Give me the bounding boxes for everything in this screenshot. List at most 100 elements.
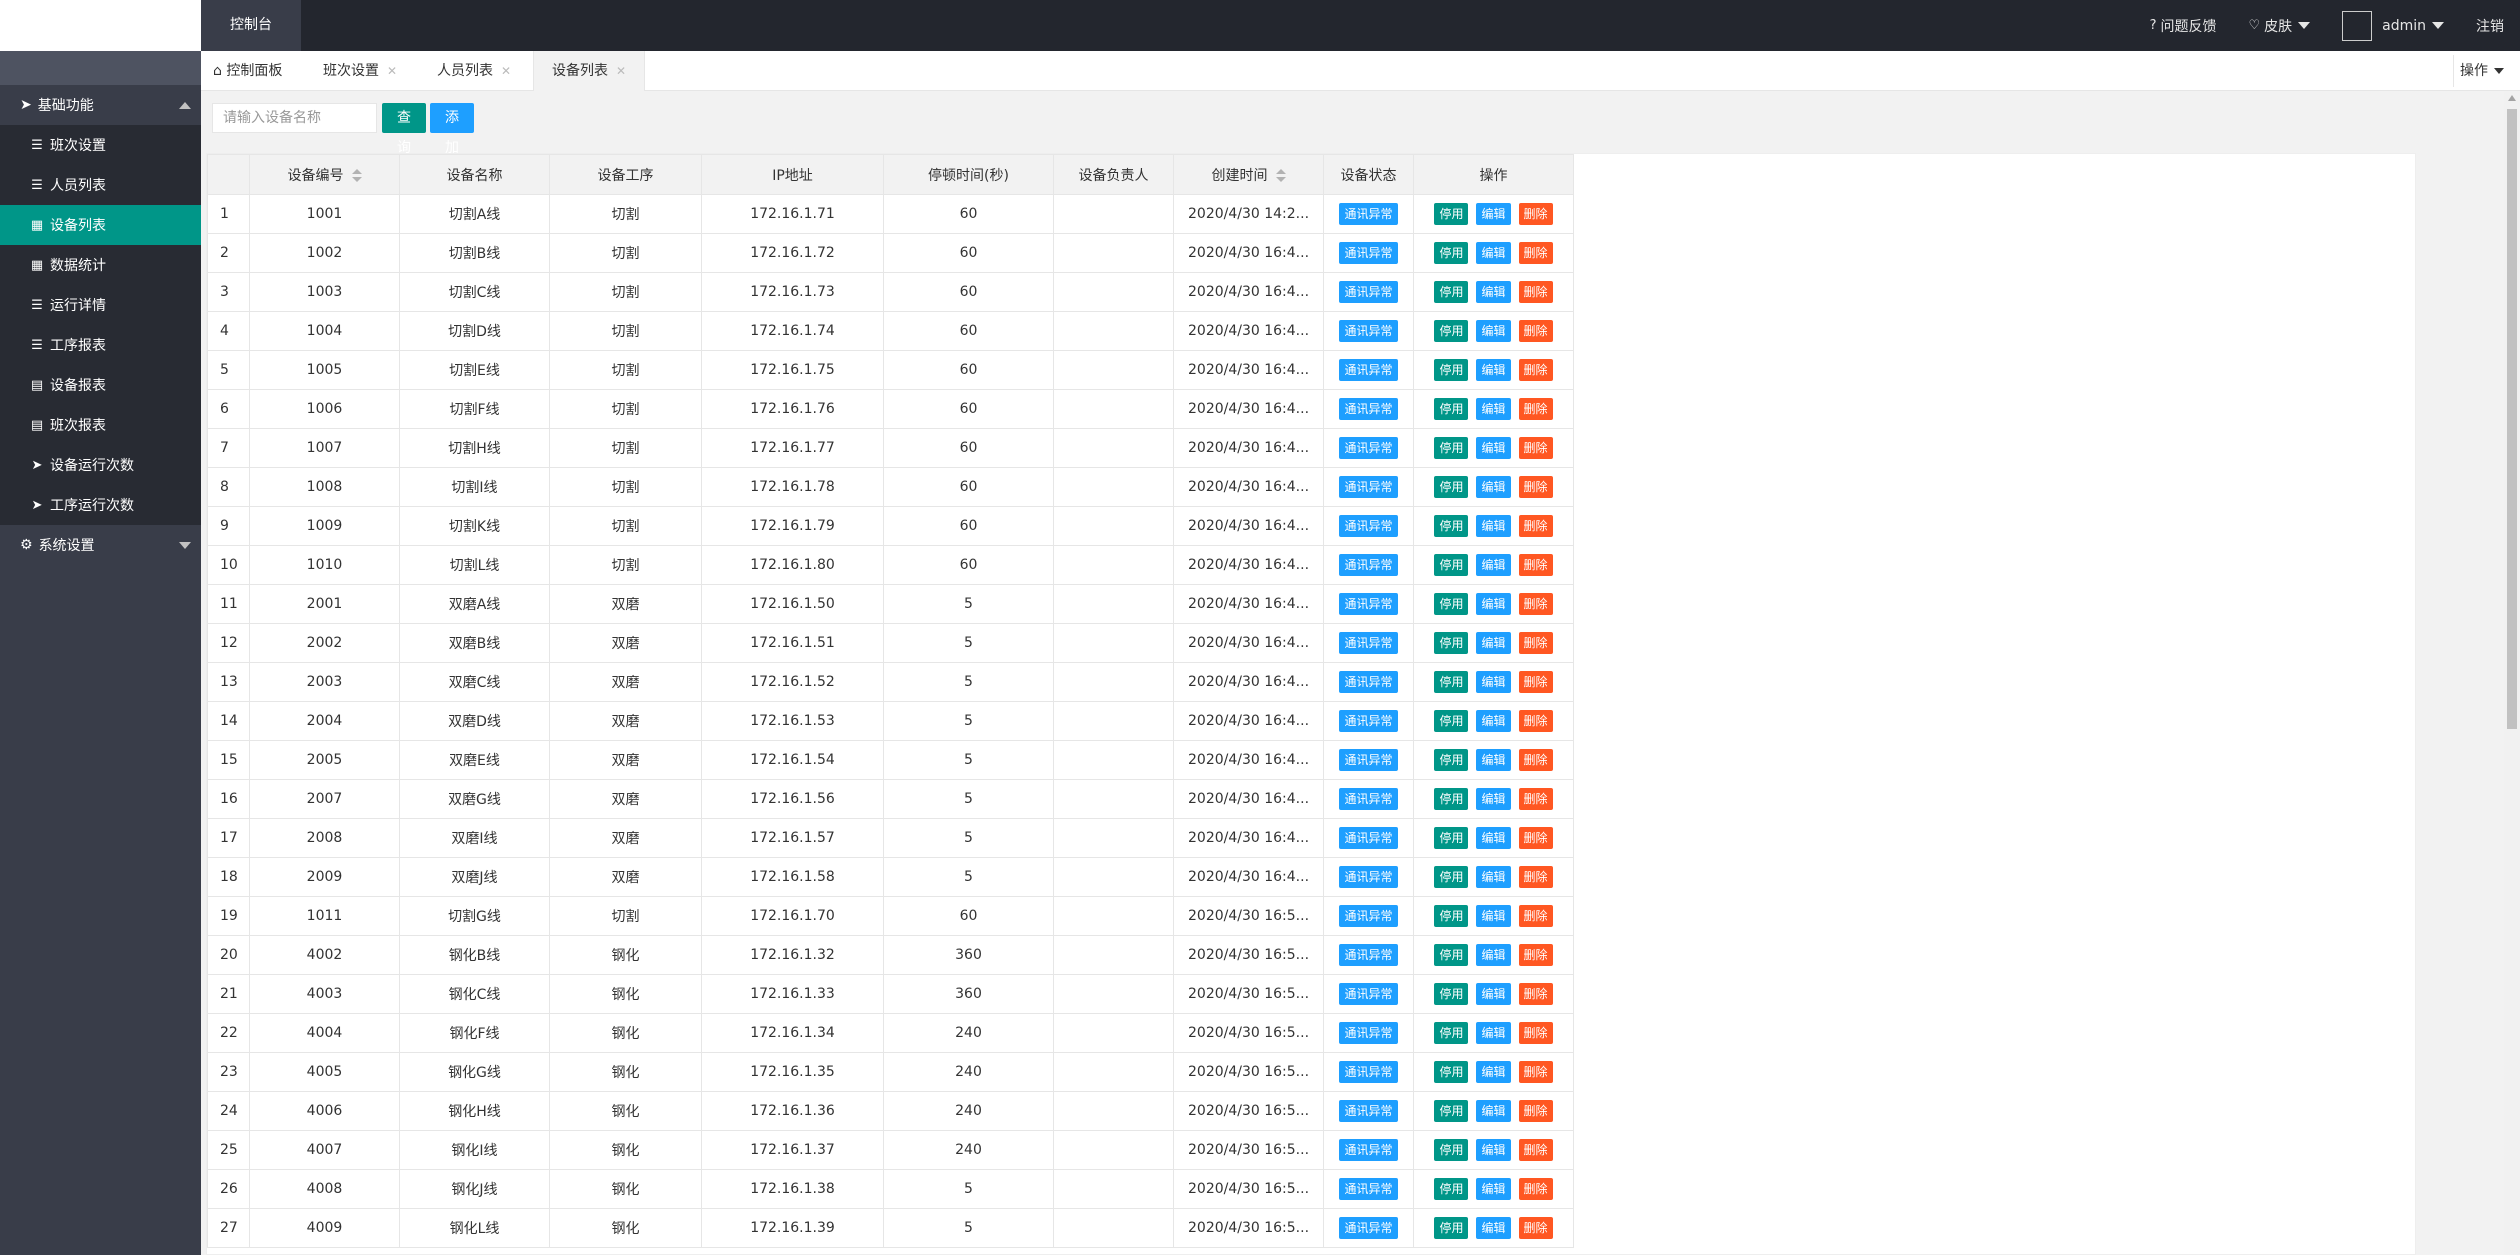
edit-button[interactable]: 编辑 <box>1476 632 1511 654</box>
delete-button[interactable]: 删除 <box>1518 281 1553 303</box>
table-row[interactable]: 22 4004 钢化F线 钢化 172.16.1.34 240 2020/4/30 16:5… <box>207 1013 1574 1053</box>
table-row[interactable]: 9 1009 切割K线 切割 172.16.1.79 60 2020/4/30 16:4..… <box>207 506 1574 546</box>
tab-staff-list[interactable]: 人员列表 ✕ <box>437 51 511 91</box>
close-icon[interactable]: ✕ <box>387 64 397 78</box>
table-row[interactable]: 11 2001 双磨A线 双磨 172.16.1.50 5 2020/4/30 16:4..… <box>207 584 1574 624</box>
delete-button[interactable]: 删除 <box>1518 398 1553 420</box>
skin-menu[interactable]: ♡ 皮肤 <box>2232 0 2326 51</box>
delete-button[interactable]: 删除 <box>1518 515 1553 537</box>
edit-button[interactable]: 编辑 <box>1476 1178 1511 1200</box>
delete-button[interactable]: 删除 <box>1518 437 1553 459</box>
edit-button[interactable]: 编辑 <box>1476 203 1511 225</box>
sidebar-item-shift-settings[interactable]: ☰ 班次设置 <box>0 125 201 165</box>
table-row[interactable]: 12 2002 双磨B线 双磨 172.16.1.51 5 2020/4/30 16:4..… <box>207 623 1574 663</box>
stop-button[interactable]: 停用 <box>1434 593 1469 615</box>
table-row[interactable]: 6 1006 切割F线 切割 172.16.1.76 60 2020/4/30 16:4..… <box>207 389 1574 429</box>
table-row[interactable]: 13 2003 双磨C线 双磨 172.16.1.52 5 2020/4/30 16:4..… <box>207 662 1574 702</box>
table-row[interactable]: 18 2009 双磨J线 双磨 172.16.1.58 5 2020/4/30 16:4..… <box>207 857 1574 897</box>
table-row[interactable]: 17 2008 双磨I线 双磨 172.16.1.57 5 2020/4/30 16:4..… <box>207 818 1574 858</box>
edit-button[interactable]: 编辑 <box>1476 242 1511 264</box>
delete-button[interactable]: 删除 <box>1518 1217 1553 1239</box>
edit-button[interactable]: 编辑 <box>1476 866 1511 888</box>
stop-button[interactable]: 停用 <box>1434 710 1469 732</box>
add-button[interactable]: 添加 <box>430 103 474 156</box>
table-row[interactable]: 15 2005 双磨E线 双磨 172.16.1.54 5 2020/4/30 16:4..… <box>207 740 1574 780</box>
feedback-link[interactable]: ? 问题反馈 <box>2134 0 2233 51</box>
stop-button[interactable]: 停用 <box>1434 905 1469 927</box>
sidebar-item-shift-report[interactable]: ▤ 班次报表 <box>0 405 201 445</box>
delete-button[interactable]: 删除 <box>1518 1061 1553 1083</box>
close-icon[interactable]: ✕ <box>616 64 626 78</box>
stop-button[interactable]: 停用 <box>1434 476 1469 498</box>
delete-button[interactable]: 删除 <box>1518 905 1553 927</box>
delete-button[interactable]: 删除 <box>1518 554 1553 576</box>
table-row[interactable]: 16 2007 双磨G线 双磨 172.16.1.56 5 2020/4/30 16:4..… <box>207 779 1574 819</box>
table-row[interactable]: 26 4008 钢化J线 钢化 172.16.1.38 5 2020/4/30 16:5..… <box>207 1169 1574 1209</box>
stop-button[interactable]: 停用 <box>1434 437 1469 459</box>
edit-button[interactable]: 编辑 <box>1476 710 1511 732</box>
stop-button[interactable]: 停用 <box>1434 788 1469 810</box>
table-row[interactable]: 23 4005 钢化G线 钢化 172.16.1.35 240 2020/4/30 16:5… <box>207 1052 1574 1092</box>
stop-button[interactable]: 停用 <box>1434 827 1469 849</box>
delete-button[interactable]: 删除 <box>1518 242 1553 264</box>
table-row[interactable]: 2 1002 切割B线 切割 172.16.1.72 60 2020/4/30 16:4..… <box>207 233 1574 273</box>
edit-button[interactable]: 编辑 <box>1476 905 1511 927</box>
table-row[interactable]: 7 1007 切割H线 切割 172.16.1.77 60 2020/4/30 16:4..… <box>207 428 1574 468</box>
stop-button[interactable]: 停用 <box>1434 203 1469 225</box>
edit-button[interactable]: 编辑 <box>1476 593 1511 615</box>
table-row[interactable]: 10 1010 切割L线 切割 172.16.1.80 60 2020/4/30 16:4.… <box>207 545 1574 585</box>
stop-button[interactable]: 停用 <box>1434 749 1469 771</box>
header-device-code[interactable]: 设备编号 <box>249 154 400 195</box>
edit-button[interactable]: 编辑 <box>1476 281 1511 303</box>
table-row[interactable]: 14 2004 双磨D线 双磨 172.16.1.53 5 2020/4/30 16:4..… <box>207 701 1574 741</box>
delete-button[interactable]: 删除 <box>1518 1139 1553 1161</box>
stop-button[interactable]: 停用 <box>1434 554 1469 576</box>
table-row[interactable]: 19 1011 切割G线 切割 172.16.1.70 60 2020/4/30 16:5.… <box>207 896 1574 936</box>
delete-button[interactable]: 删除 <box>1518 632 1553 654</box>
sidebar-item-data-stats[interactable]: ▦ 数据统计 <box>0 245 201 285</box>
delete-button[interactable]: 删除 <box>1518 359 1553 381</box>
delete-button[interactable]: 删除 <box>1518 866 1553 888</box>
sidebar-item-device-run-count[interactable]: ➤ 设备运行次数 <box>0 445 201 485</box>
sidebar-group-system[interactable]: ⚙ 系统设置 <box>0 525 201 565</box>
delete-button[interactable]: 删除 <box>1518 203 1553 225</box>
edit-button[interactable]: 编辑 <box>1476 398 1511 420</box>
stop-button[interactable]: 停用 <box>1434 1178 1469 1200</box>
query-button[interactable]: 查询 <box>382 103 426 156</box>
stop-button[interactable]: 停用 <box>1434 398 1469 420</box>
tab-dashboard[interactable]: ⌂ 控制面板 <box>213 51 282 91</box>
sidebar-item-device-report[interactable]: ▤ 设备报表 <box>0 365 201 405</box>
edit-button[interactable]: 编辑 <box>1476 671 1511 693</box>
logout-link[interactable]: 注销 <box>2460 0 2520 51</box>
tab-shift-settings[interactable]: 班次设置 ✕ <box>323 51 397 91</box>
sidebar-item-device-list[interactable]: ▦ 设备列表 <box>0 205 201 245</box>
tab-operations-menu[interactable]: 操作 <box>2453 55 2510 87</box>
scroll-up-arrow[interactable] <box>2508 95 2516 101</box>
table-row[interactable]: 25 4007 钢化I线 钢化 172.16.1.37 240 2020/4/30 16:5… <box>207 1130 1574 1170</box>
delete-button[interactable]: 删除 <box>1518 476 1553 498</box>
table-row[interactable]: 4 1004 切割D线 切割 172.16.1.74 60 2020/4/30 16:4..… <box>207 311 1574 351</box>
delete-button[interactable]: 删除 <box>1518 788 1553 810</box>
stop-button[interactable]: 停用 <box>1434 242 1469 264</box>
edit-button[interactable]: 编辑 <box>1476 1217 1511 1239</box>
stop-button[interactable]: 停用 <box>1434 359 1469 381</box>
edit-button[interactable]: 编辑 <box>1476 1061 1511 1083</box>
scrollbar-thumb[interactable] <box>2507 109 2517 729</box>
delete-button[interactable]: 删除 <box>1518 320 1553 342</box>
delete-button[interactable]: 删除 <box>1518 1178 1553 1200</box>
delete-button[interactable]: 删除 <box>1518 749 1553 771</box>
stop-button[interactable]: 停用 <box>1434 281 1469 303</box>
delete-button[interactable]: 删除 <box>1518 983 1553 1005</box>
table-row[interactable]: 8 1008 切割I线 切割 172.16.1.78 60 2020/4/30 16:4..… <box>207 467 1574 507</box>
close-icon[interactable]: ✕ <box>501 64 511 78</box>
table-row[interactable]: 3 1003 切割C线 切割 172.16.1.73 60 2020/4/30 16:4..… <box>207 272 1574 312</box>
edit-button[interactable]: 编辑 <box>1476 437 1511 459</box>
console-nav-item[interactable]: 控制台 <box>201 0 301 51</box>
delete-button[interactable]: 删除 <box>1518 671 1553 693</box>
page-scrollbar[interactable] <box>2504 91 2520 1255</box>
edit-button[interactable]: 编辑 <box>1476 1100 1511 1122</box>
sidebar-item-process-run-count[interactable]: ➤ 工序运行次数 <box>0 485 201 525</box>
edit-button[interactable]: 编辑 <box>1476 983 1511 1005</box>
stop-button[interactable]: 停用 <box>1434 1061 1469 1083</box>
table-row[interactable]: 24 4006 钢化H线 钢化 172.16.1.36 240 2020/4/30 16:5… <box>207 1091 1574 1131</box>
